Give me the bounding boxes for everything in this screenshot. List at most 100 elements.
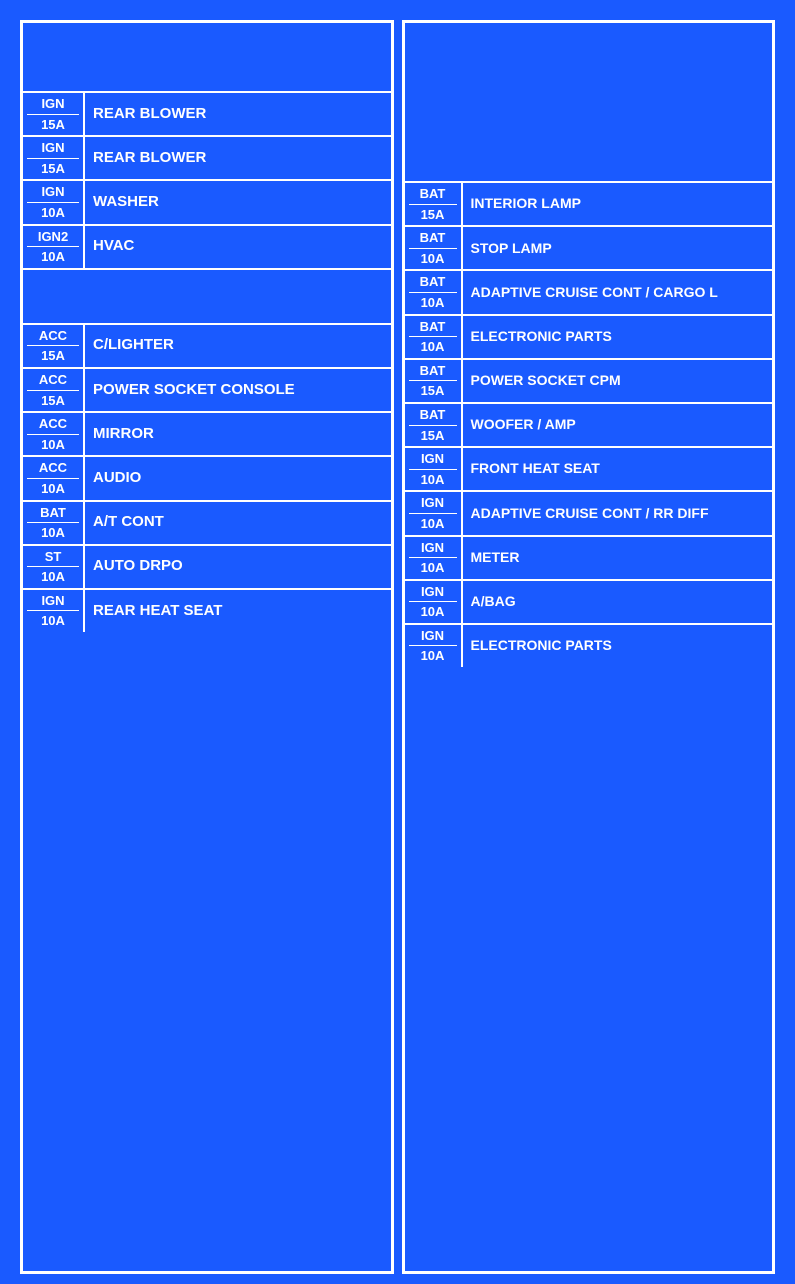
fuse-row: BAT10A A/T CONT [23,502,391,546]
fuse-label: WASHER [93,193,159,212]
label-cell: METER [463,537,773,579]
fuse-row: BAT15AWOOFER / AMP [405,404,773,448]
code-cell: BAT15A [405,404,463,446]
code-cell: IGN15A [23,137,85,179]
fuse-label: METER [471,549,520,567]
label-cell: A/BAG [463,581,773,623]
code-amperage: 10A [421,646,445,664]
label-cell: INTERIOR LAMP [463,183,773,225]
code-amperage: 10A [421,602,445,620]
fuse-label: A/T CONT [93,513,164,532]
fuse-label: ADAPTIVE CRUISE CONT / CARGO L [471,284,718,302]
code-amperage: 15A [421,426,445,444]
code-cell: IGN10A [405,448,463,490]
fuse-row: BAT15A POWER SOCKET CPM [405,360,773,404]
code-amperage: 10A [41,479,65,497]
label-cell: AUDIO [85,457,391,499]
code-type: ACC [27,460,79,479]
code-amperage: 10A [421,293,445,311]
code-cell: BAT15A [405,183,463,225]
label-cell: MIRROR [85,413,391,455]
fuse-row: ACC15A C/LIGHTER [23,325,391,369]
code-amperage: 15A [41,115,65,133]
fuse-label: C/LIGHTER [93,336,174,355]
label-cell: HVAC [85,226,391,268]
label-cell: STOP LAMP [463,227,773,269]
code-amperage: 10A [41,567,65,585]
fuse-diagram: IGN15AREAR BLOWERIGN15AREAR BLOWERIGN10A… [0,0,795,1284]
fuse-row: IGN10A A/BAG [405,581,773,625]
code-cell: BAT10A [405,316,463,358]
code-cell: BAT10A [405,227,463,269]
code-amperage: 10A [41,523,65,541]
code-cell: ACC10A [23,413,85,455]
code-amperage: 10A [421,470,445,488]
code-cell: BAT10A [405,271,463,313]
label-cell: ADAPTIVE CRUISE CONT / RR DIFF [463,492,773,534]
code-type: IGN [409,495,457,514]
code-type: BAT [409,230,457,249]
left-column: IGN15AREAR BLOWERIGN15AREAR BLOWERIGN10A… [20,20,394,1274]
code-cell: ST10A [23,546,85,588]
code-type: IGN2 [27,229,79,248]
code-amperage: 10A [421,337,445,355]
label-cell: ELECTRONIC PARTS [463,316,773,358]
code-type: BAT [409,407,457,426]
label-cell: REAR HEAT SEAT [85,590,391,632]
label-cell: WASHER [85,181,391,223]
label-cell: C/LIGHTER [85,325,391,367]
code-type: IGN [409,584,457,603]
fuse-row: ACC10A AUDIO [23,457,391,501]
code-type: ST [27,549,79,568]
code-cell: IGN210A [23,226,85,268]
label-cell: REAR BLOWER [85,93,391,135]
fuse-row: IGN10AREAR HEAT SEAT [23,590,391,632]
fuse-label: POWER SOCKET CONSOLE [93,381,295,400]
code-cell: IGN10A [23,590,85,632]
fuse-label: AUDIO [93,469,141,488]
fuse-row: IGN10A WASHER [23,181,391,225]
fuse-label: A/BAG [471,593,516,611]
fuse-label: INTERIOR LAMP [471,195,581,213]
code-cell: IGN10A [405,492,463,534]
label-cell: POWER SOCKET CONSOLE [85,369,391,411]
fuse-label: REAR BLOWER [93,149,206,168]
code-type: BAT [409,274,457,293]
code-cell: IGN10A [23,181,85,223]
code-type: BAT [27,505,79,524]
code-amperage: 15A [421,205,445,223]
label-cell: A/T CONT [85,502,391,544]
fuse-row: IGN15A REAR BLOWER [23,137,391,181]
code-amperage: 10A [41,203,65,221]
code-cell: IGN15A [23,93,85,135]
code-amperage: 15A [41,159,65,177]
code-cell: ACC15A [23,369,85,411]
code-amperage: 15A [41,346,65,364]
code-cell: BAT10A [23,502,85,544]
code-amperage: 10A [41,247,65,265]
fuse-label: ELECTRONIC PARTS [471,328,612,346]
code-cell: ACC15A [23,325,85,367]
code-type: IGN [409,451,457,470]
fuse-label: HVAC [93,237,134,256]
fuse-row: BAT10ASTOP LAMP [405,227,773,271]
label-cell: ELECTRONIC PARTS [463,625,773,667]
code-type: BAT [409,319,457,338]
label-cell: POWER SOCKET CPM [463,360,773,402]
code-cell: BAT15A [405,360,463,402]
fuse-label: POWER SOCKET CPM [471,372,621,390]
code-cell: IGN10A [405,581,463,623]
code-type: IGN [27,96,79,115]
label-cell: WOOFER / AMP [463,404,773,446]
fuse-label: REAR BLOWER [93,105,206,124]
code-amperage: 10A [421,249,445,267]
fuse-label: ELECTRONIC PARTS [471,637,612,655]
code-amperage: 15A [41,391,65,409]
label-cell: FRONT HEAT SEAT [463,448,773,490]
code-type: ACC [27,328,79,347]
fuse-row: IGN210A HVAC [23,226,391,270]
code-type: BAT [409,363,457,382]
right-header [405,23,773,183]
code-type: ACC [27,372,79,391]
code-amperage: 10A [421,558,445,576]
